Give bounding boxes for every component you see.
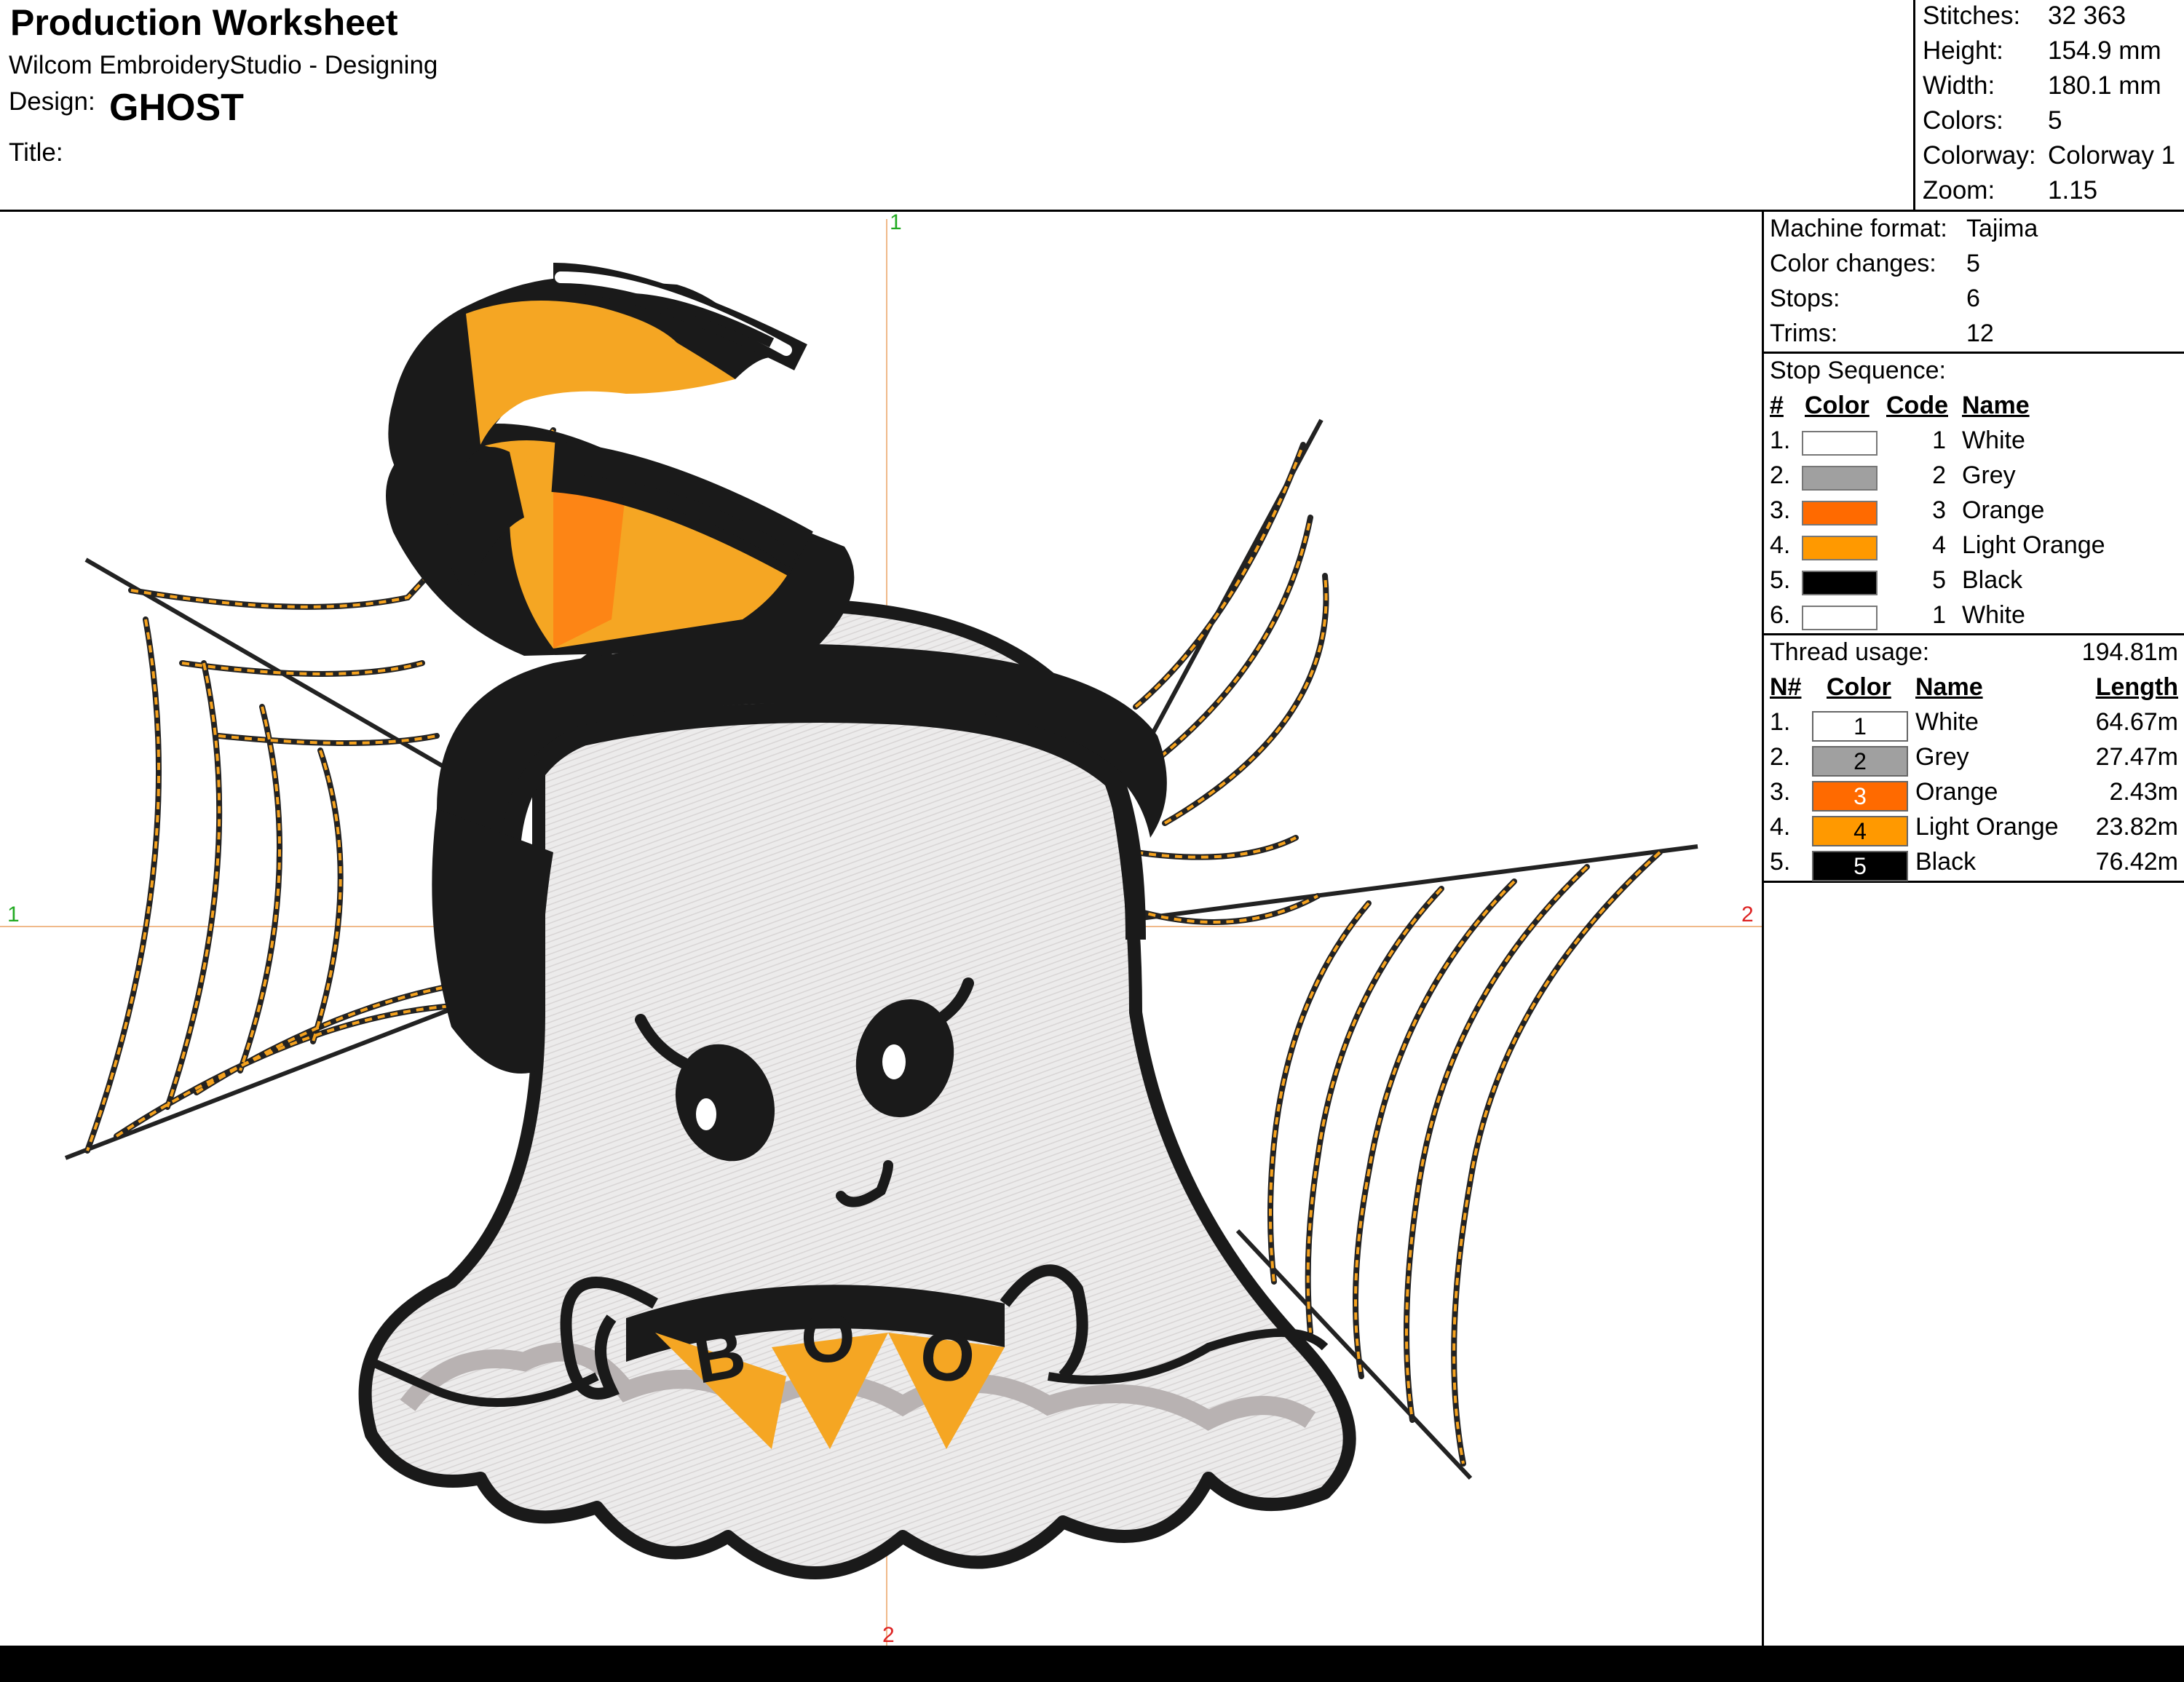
trims-label: Trims: bbox=[1770, 320, 1838, 347]
stop-row-color-swatch bbox=[1802, 571, 1878, 595]
thread-header-num: N# bbox=[1770, 673, 1802, 701]
stop-row-num: 2. bbox=[1770, 461, 1791, 489]
stop-sequence-header-name: Name bbox=[1962, 392, 2030, 419]
stop-sequence-header-color: Color bbox=[1805, 392, 1870, 419]
thread-header-name: Name bbox=[1915, 673, 1983, 701]
machine-format-value: Tajima bbox=[1966, 215, 2038, 242]
thread-row-color-swatch: 3 bbox=[1812, 781, 1908, 812]
color-changes-value: 5 bbox=[1966, 250, 1980, 277]
thread-usage-title: Thread usage: bbox=[1770, 638, 1930, 666]
banner-letter-o1: O bbox=[801, 1299, 855, 1377]
design-name: GHOST bbox=[109, 87, 244, 129]
stop-row-num: 1. bbox=[1770, 427, 1791, 454]
stop-row-color-swatch bbox=[1802, 431, 1878, 456]
stop-row-name: White bbox=[1962, 601, 2025, 629]
thread-row-color-swatch: 4 bbox=[1812, 816, 1908, 846]
thread-header-color: Color bbox=[1827, 673, 1891, 701]
stop-row-name: Orange bbox=[1962, 496, 2045, 524]
stop-sequence-header-code: Code bbox=[1886, 392, 1948, 419]
thread-row-num: 3. bbox=[1770, 778, 1791, 806]
stop-row-num: 4. bbox=[1770, 531, 1791, 559]
stop-row-code: 5 bbox=[1932, 566, 1946, 594]
thread-row-name: Orange bbox=[1915, 778, 1998, 806]
thread-row-num: 1. bbox=[1770, 708, 1791, 736]
design-canvas[interactable]: 1 2 1 2 B O O bbox=[0, 212, 1762, 1646]
stop-row-color-swatch bbox=[1802, 501, 1878, 525]
trims-value: 12 bbox=[1966, 320, 1994, 347]
stop-sequence-section: Stop Sequence: # Color Code Name 1. 1 Whit… bbox=[1764, 354, 2184, 635]
guide-label-bottom: 2 bbox=[882, 1623, 895, 1646]
stops-label: Stops: bbox=[1770, 285, 1840, 312]
thread-row-length: 64.67m bbox=[2095, 708, 2178, 736]
thread-row-name: White bbox=[1915, 708, 1979, 736]
thread-row-num: 5. bbox=[1770, 848, 1791, 876]
stop-row-color-swatch bbox=[1802, 536, 1878, 560]
color-changes-label: Color changes: bbox=[1770, 250, 1936, 277]
stops-value: 6 bbox=[1966, 285, 1980, 312]
worksheet-title: Production Worksheet bbox=[10, 2, 398, 43]
footer-bar bbox=[0, 1646, 2184, 1682]
stop-row-code: 1 bbox=[1932, 427, 1946, 454]
thread-row-name: Light Orange bbox=[1915, 813, 2059, 841]
stop-row-code: 4 bbox=[1932, 531, 1946, 559]
thread-row-color-swatch: 1 bbox=[1812, 711, 1908, 742]
stop-row-name: Light Orange bbox=[1962, 531, 2105, 559]
thread-row-length: 76.42m bbox=[2095, 848, 2178, 876]
thread-row-num: 4. bbox=[1770, 813, 1791, 841]
stop-row-color-swatch bbox=[1802, 466, 1878, 491]
stop-sequence-header-num: # bbox=[1770, 392, 1784, 419]
thread-row-length: 2.43m bbox=[2109, 778, 2179, 806]
title-label: Title: bbox=[9, 138, 63, 167]
thread-usage-total: 194.81m bbox=[2081, 638, 2178, 666]
thread-row-length: 27.47m bbox=[2095, 743, 2178, 771]
design-stats: Stitches: 32 363 Height: 154.9 mm Width: 18… bbox=[1913, 0, 2184, 212]
stop-row-name: Grey bbox=[1962, 461, 2016, 489]
thread-row-color-swatch: 5 bbox=[1812, 851, 1908, 881]
guide-label-top: 1 bbox=[890, 212, 902, 234]
stop-row-name: Black bbox=[1962, 566, 2023, 594]
software-name: Wilcom EmbroideryStudio - Designing bbox=[9, 51, 438, 79]
stop-row-num: 5. bbox=[1770, 566, 1791, 594]
embroidery-design: 1 2 1 2 B O O bbox=[0, 212, 1762, 1646]
stop-row-name: White bbox=[1962, 427, 2025, 454]
stop-row-num: 3. bbox=[1770, 496, 1791, 524]
guide-label-left: 1 bbox=[7, 903, 20, 927]
stop-row-code: 3 bbox=[1932, 496, 1946, 524]
worksheet-header: Production Worksheet Wilcom EmbroiderySt… bbox=[0, 0, 2184, 212]
thread-row-color-swatch: 2 bbox=[1812, 746, 1908, 777]
stop-row-code: 2 bbox=[1932, 461, 1946, 489]
stop-row-code: 1 bbox=[1932, 601, 1946, 629]
thread-row-num: 2. bbox=[1770, 743, 1791, 771]
design-label: Design: bbox=[9, 87, 95, 116]
thread-usage-section: Thread usage: 194.81m N# Color Name Leng… bbox=[1764, 635, 2184, 883]
info-panel: Machine format: Tajima Color changes: 5 … bbox=[1762, 212, 2184, 1646]
thread-row-length: 23.82m bbox=[2095, 813, 2178, 841]
stop-sequence-title: Stop Sequence: bbox=[1770, 357, 1946, 384]
thread-row-name: Grey bbox=[1915, 743, 1969, 771]
stop-row-num: 6. bbox=[1770, 601, 1791, 629]
thread-header-length: Length bbox=[2095, 673, 2178, 701]
machine-info-section: Machine format: Tajima Color changes: 5 … bbox=[1764, 212, 2184, 354]
banner-letter-o2: O bbox=[915, 1314, 980, 1399]
header-info: Production Worksheet Wilcom EmbroiderySt… bbox=[0, 0, 1913, 212]
thread-row-name: Black bbox=[1915, 848, 1977, 876]
machine-format-label: Machine format: bbox=[1770, 215, 1947, 242]
stop-row-color-swatch bbox=[1802, 606, 1878, 630]
guide-label-right: 2 bbox=[1741, 903, 1754, 927]
